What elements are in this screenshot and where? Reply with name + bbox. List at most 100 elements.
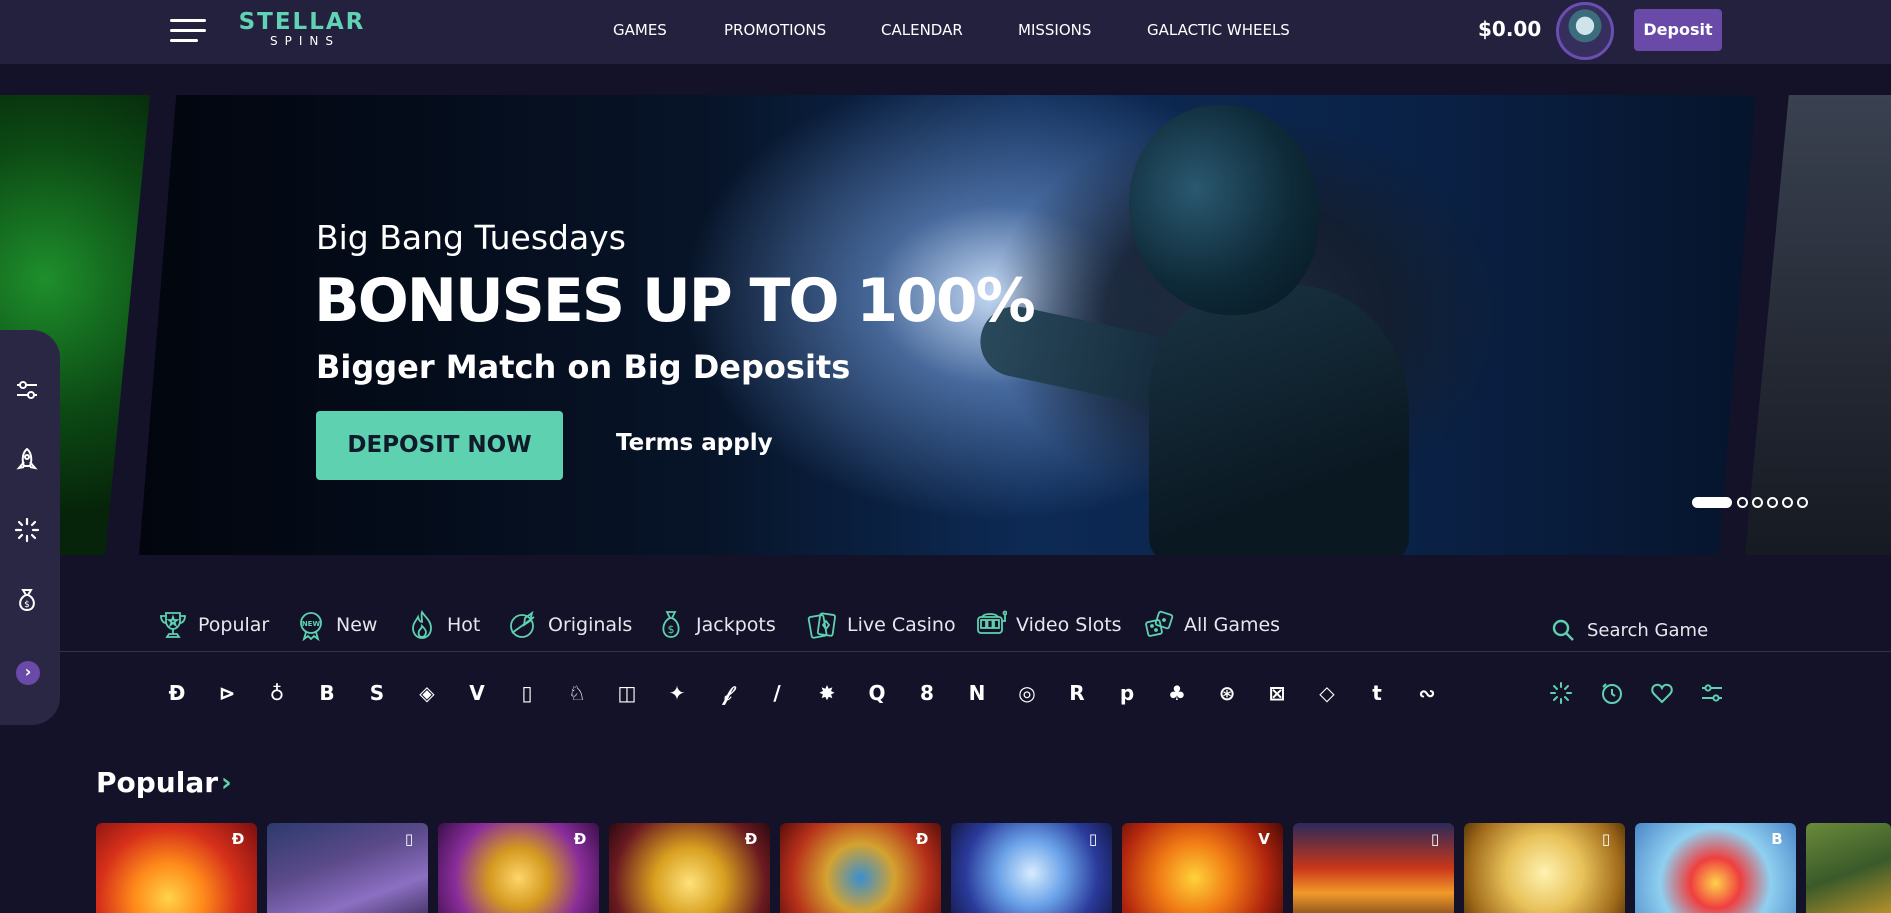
game-provider-mark: Ð xyxy=(231,830,245,848)
carousel-dot-6[interactable] xyxy=(1797,497,1808,508)
tab-label: Hot xyxy=(447,614,481,636)
game-tile-partial[interactable] xyxy=(1806,823,1891,913)
rocket-planet-icon xyxy=(510,610,535,638)
carousel-dot-5[interactable] xyxy=(1782,497,1793,508)
nav-calendar[interactable]: CALENDAR xyxy=(881,0,963,60)
tab-label: All Games xyxy=(1184,614,1281,636)
game-tile-golden-ox-icon[interactable]: Ð xyxy=(609,823,770,913)
provider-logo[interactable]: ▯ xyxy=(513,679,541,707)
tab-all-games[interactable]: All Games xyxy=(1143,607,1280,643)
nav-missions[interactable]: MISSIONS xyxy=(1018,0,1091,60)
user-avatar[interactable] xyxy=(1556,2,1614,60)
carousel-dot-1[interactable] xyxy=(1692,497,1732,508)
deposit-now-button[interactable]: DEPOSIT NOW xyxy=(316,411,563,480)
provider-logo[interactable]: V xyxy=(463,679,491,707)
provider-logo[interactable]: ◈ xyxy=(413,679,441,707)
provider-logo[interactable]: Q xyxy=(863,679,891,707)
carousel-dot-2[interactable] xyxy=(1737,497,1748,508)
tab-hot[interactable]: Hot xyxy=(406,607,480,643)
provider-logo[interactable]: ⊠ xyxy=(1263,679,1291,707)
nav-galactic-wheels[interactable]: GALACTIC WHEELS xyxy=(1147,0,1290,60)
popular-section-title[interactable]: Popular xyxy=(96,766,218,799)
provider-logo[interactable]: ◎ xyxy=(1013,679,1041,707)
tab-label: Video Slots xyxy=(1016,614,1122,636)
game-provider-mark: Ð xyxy=(915,830,929,848)
loading-spinner-icon[interactable] xyxy=(14,517,40,543)
heart-icon[interactable] xyxy=(1650,681,1674,705)
tab-video-slots[interactable]: Video Slots xyxy=(975,607,1122,643)
side-toolbar-expand-button[interactable]: › xyxy=(16,661,40,685)
game-provider-mark: Ð xyxy=(573,830,587,848)
provider-logo[interactable]: ✦ xyxy=(663,679,691,707)
tab-label: New xyxy=(336,614,378,636)
game-tile-pharaoh-icon[interactable]: Ð xyxy=(780,823,941,913)
provider-logo[interactable]: N xyxy=(963,679,991,707)
playing-cards-icon xyxy=(807,612,836,639)
tab-popular[interactable]: Popular xyxy=(157,607,269,643)
tab-live-casino[interactable]: Live Casino xyxy=(806,607,956,643)
spinner-icon[interactable] xyxy=(1549,681,1573,705)
game-tile-fire-dragon-icon[interactable]: V xyxy=(1122,823,1283,913)
provider-logo[interactable]: t xyxy=(1363,679,1391,707)
provider-logo[interactable]: ◫ xyxy=(613,679,641,707)
provider-logo[interactable]: ♣ xyxy=(1163,679,1191,707)
deposit-button[interactable]: Deposit xyxy=(1634,9,1722,51)
svg-text:$: $ xyxy=(24,600,30,610)
game-provider-mark: ▯ xyxy=(1430,830,1440,848)
search-icon xyxy=(1552,619,1574,641)
logo-title: STELLAR xyxy=(238,9,366,35)
rocket-icon[interactable] xyxy=(14,447,40,473)
new-badge-icon: NEW xyxy=(300,612,322,641)
provider-logo[interactable]: ∾ xyxy=(1413,679,1441,707)
provider-logo[interactable]: ♁ xyxy=(263,679,291,707)
provider-logo[interactable]: ♘ xyxy=(563,679,591,707)
tab-label: Popular xyxy=(198,614,270,636)
money-bag-icon[interactable]: $ xyxy=(14,587,40,613)
game-tile-gem-sphere-icon[interactable]: B xyxy=(1635,823,1796,913)
provider-logo[interactable]: Ð xyxy=(163,679,191,707)
nav-promotions[interactable]: PROMOTIONS xyxy=(724,0,826,60)
sliders-icon[interactable] xyxy=(1700,681,1724,705)
filters-icon[interactable] xyxy=(14,377,40,403)
game-provider-mark: ▯ xyxy=(404,830,414,848)
game-tile-ice-queen-icon[interactable]: ▯ xyxy=(951,823,1112,913)
game-tile-wolf-icon[interactable]: ▯ xyxy=(267,823,428,913)
account-balance: $0.00 xyxy=(1478,17,1542,41)
nav-games[interactable]: GAMES xyxy=(613,0,667,60)
next-slide-preview[interactable] xyxy=(1745,95,1891,555)
game-provider-mark: B xyxy=(1771,830,1783,848)
astronaut-helmet xyxy=(1129,105,1319,315)
clock-icon[interactable] xyxy=(1600,681,1624,705)
terms-apply-link[interactable]: Terms apply xyxy=(616,430,773,456)
carousel-dot-4[interactable] xyxy=(1767,497,1778,508)
provider-logo[interactable]: ⊳ xyxy=(213,679,241,707)
logo-subtitle: SPINS xyxy=(270,34,340,48)
provider-logo[interactable]: p xyxy=(1113,679,1141,707)
slot-machine-icon xyxy=(977,610,1007,634)
tab-new[interactable]: NEW New xyxy=(295,607,377,643)
game-tile-wealth-god-icon[interactable]: ▯ xyxy=(1464,823,1625,913)
provider-logo[interactable]: / xyxy=(763,679,791,707)
flame-icon xyxy=(412,609,432,639)
provider-logo[interactable]: R xyxy=(1063,679,1091,707)
tab-jackpots[interactable]: $ Jackpots xyxy=(655,607,776,643)
popular-see-all-arrow[interactable]: › xyxy=(221,768,232,798)
provider-logo[interactable]: ✸ xyxy=(813,679,841,707)
provider-logo[interactable]: S xyxy=(363,679,391,707)
provider-logo[interactable]: ◇ xyxy=(1313,679,1341,707)
hamburger-menu-icon[interactable] xyxy=(170,19,206,42)
provider-logo[interactable]: B xyxy=(313,679,341,707)
game-tile-sun-icon[interactable]: Ð xyxy=(96,823,257,913)
site-logo[interactable]: STELLAR SPINS xyxy=(226,10,378,50)
search-game-input[interactable]: Search Game xyxy=(1551,614,1708,646)
game-tile-cowboy-icon[interactable]: ▯ xyxy=(1293,823,1454,913)
tab-originals[interactable]: Originals xyxy=(507,607,632,643)
game-provider-mark: V xyxy=(1258,830,1270,848)
provider-logo[interactable]: ⊛ xyxy=(1213,679,1241,707)
provider-logo[interactable]: 𝒻 xyxy=(713,679,741,707)
tab-label: Originals xyxy=(548,614,633,636)
game-tile-golden-dragon-icon[interactable]: Ð xyxy=(438,823,599,913)
carousel-dot-3[interactable] xyxy=(1752,497,1763,508)
game-provider-mark: Ð xyxy=(744,830,758,848)
provider-logo[interactable]: 8 xyxy=(913,679,941,707)
